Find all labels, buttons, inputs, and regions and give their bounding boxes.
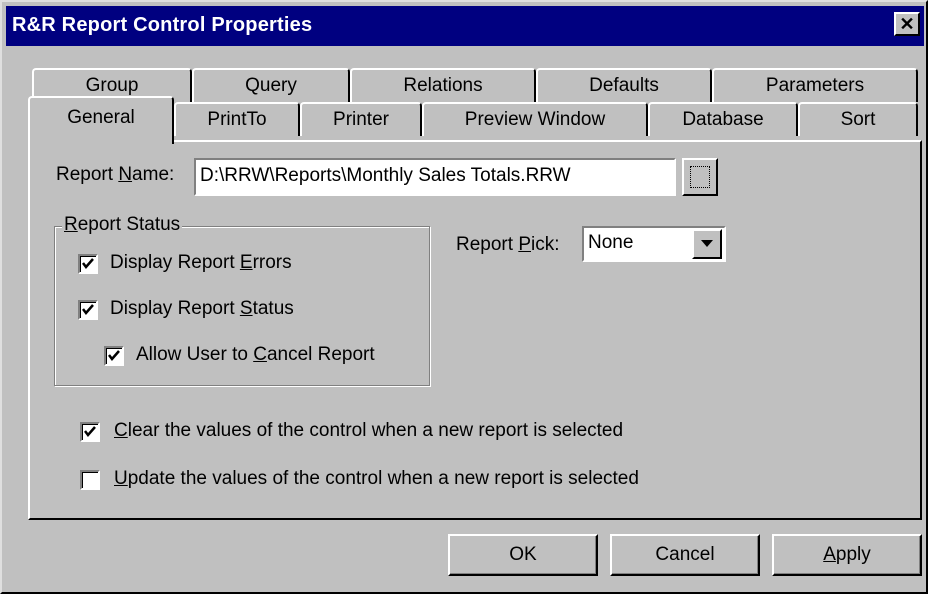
display-errors-checkbox[interactable]	[78, 254, 98, 274]
browse-button[interactable]	[682, 158, 718, 196]
checkmark-icon	[82, 304, 94, 315]
tab-label: Preview Window	[464, 109, 606, 130]
tab-query[interactable]: Query	[192, 68, 350, 102]
report-name-label: Report Name:	[56, 164, 175, 185]
close-icon: ✕	[899, 14, 915, 34]
report-status-title: Report Status	[62, 214, 183, 236]
report-pick-label: Report Pick:	[456, 234, 560, 255]
tab-relations[interactable]: Relations	[350, 68, 536, 102]
dialog-window: R&R Report Control Properties ✕ Group Qu…	[0, 0, 928, 594]
display-status-label[interactable]: Display Report Status	[110, 298, 294, 320]
tab-label: Query	[245, 75, 297, 96]
clear-values-checkbox[interactable]	[80, 422, 100, 442]
general-tab-panel: Report Name: D:\RRW\Reports\Monthly Sale…	[28, 140, 922, 520]
clear-values-label[interactable]: Clear the values of the control when a n…	[114, 420, 623, 442]
close-button[interactable]: ✕	[894, 12, 920, 36]
tab-general[interactable]: General	[28, 96, 174, 144]
tab-printer[interactable]: Printer	[300, 102, 422, 136]
checkmark-icon	[82, 258, 94, 269]
dropdown-arrow-button[interactable]	[692, 229, 722, 259]
tab-label: Parameters	[765, 75, 865, 96]
update-values-checkbox[interactable]	[80, 470, 100, 490]
title-bar[interactable]: R&R Report Control Properties ✕	[6, 6, 924, 46]
tab-label: Printer	[333, 109, 389, 130]
tab-label: Defaults	[589, 75, 659, 96]
allow-cancel-label[interactable]: Allow User to Cancel Report	[136, 344, 375, 366]
checkmark-icon	[84, 426, 96, 437]
checkmark-icon	[108, 350, 120, 361]
tab-label: PrintTo	[207, 109, 267, 130]
tab-label: Group	[85, 75, 139, 96]
chevron-down-icon	[701, 240, 713, 247]
tab-defaults[interactable]: Defaults	[536, 68, 712, 102]
tab-parameters[interactable]: Parameters	[712, 68, 918, 102]
tab-database[interactable]: Database	[648, 102, 798, 136]
ellipsis-icon	[690, 166, 710, 188]
report-name-input[interactable]: D:\RRW\Reports\Monthly Sales Totals.RRW	[194, 158, 676, 196]
tab-printto[interactable]: PrintTo	[174, 102, 300, 136]
display-errors-label[interactable]: Display Report Errors	[110, 252, 292, 274]
display-status-checkbox[interactable]	[78, 300, 98, 320]
tab-label: General	[67, 107, 135, 128]
apply-button[interactable]: Apply	[772, 534, 922, 576]
window-title: R&R Report Control Properties	[12, 14, 313, 36]
update-values-label[interactable]: Update the values of the control when a …	[114, 468, 639, 490]
tab-sort[interactable]: Sort	[798, 102, 918, 136]
tab-label: Sort	[840, 109, 876, 130]
cancel-button[interactable]: Cancel	[610, 534, 760, 576]
ok-button[interactable]: OK	[448, 534, 598, 576]
allow-cancel-checkbox[interactable]	[104, 346, 124, 366]
report-pick-value: None	[588, 232, 634, 253]
tab-label: Relations	[403, 75, 483, 96]
tab-preview-window[interactable]: Preview Window	[422, 102, 648, 136]
tab-label: Database	[682, 109, 764, 130]
